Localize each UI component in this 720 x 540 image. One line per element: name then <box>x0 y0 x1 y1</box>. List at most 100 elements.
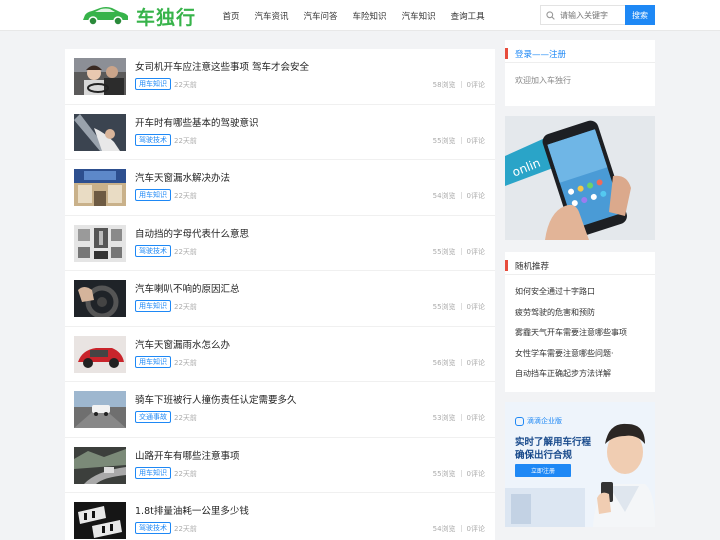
article-stats: 56浏览 0评论 <box>433 358 485 368</box>
thumb-sunroof-icon <box>74 169 126 206</box>
article-title[interactable]: 1.8t排量油耗一公里多少钱 <box>135 503 249 517</box>
ad-register-button[interactable]: 立即注册 <box>515 464 571 477</box>
didi-brand: 滴滴企业版 <box>515 416 562 426</box>
list-item[interactable]: 汽车喇叭不响的原因汇总 用车知识 22天前 55浏览 0评论 <box>65 271 495 327</box>
comment-count: 0评论 <box>466 136 485 145</box>
article-title[interactable]: 汽车喇叭不响的原因汇总 <box>135 281 240 295</box>
view-count: 55浏览 <box>432 303 456 311</box>
article-thumbnail[interactable] <box>74 446 126 484</box>
view-count: 54浏览 <box>432 525 456 533</box>
random-item[interactable]: 自动挡车正确起步方法详解 <box>515 368 627 389</box>
article-title[interactable]: 汽车天窗漏水解决办法 <box>135 170 230 184</box>
article-thumbnail[interactable] <box>74 502 126 539</box>
list-item[interactable]: 山路开车有哪些注意事项 用车知识 22天前 55浏览 0评论 <box>65 438 495 493</box>
random-item[interactable]: 疲劳驾驶的危害和预防 <box>515 307 627 328</box>
article-stats: 55浏览 0评论 <box>433 302 485 312</box>
view-count: 54浏览 <box>432 192 456 200</box>
article-time: 22天前 <box>174 303 197 311</box>
comment-count: 0评论 <box>466 358 485 367</box>
article-stats: 54浏览 0评论 <box>433 524 485 534</box>
article-tag[interactable]: 驾驶技术 <box>135 133 171 146</box>
view-count: 55浏览 <box>432 247 456 256</box>
search-box <box>540 5 626 25</box>
random-list: 如何安全通过十字路口 疲劳驾驶的危害和预防 雾霾天气开车需要注意哪些事项 女性学… <box>515 286 627 389</box>
nav-insurance[interactable]: 车险知识 <box>353 10 387 22</box>
list-item[interactable]: 自动挡的字母代表什么意思 驾驶技术 22天前 55浏览 0评论 <box>65 216 495 271</box>
phone-ad-banner[interactable]: onlin <box>505 116 655 240</box>
article-title[interactable]: 女司机开车应注意这些事项 驾车才会安全 <box>135 59 309 73</box>
comment-count: 0评论 <box>466 469 485 478</box>
comment-count: 0评论 <box>466 525 485 533</box>
didi-ad-banner[interactable]: 滴滴企业版 实时了解用车行程 确保出行合规 立即注册 <box>505 402 655 527</box>
article-tag[interactable]: 用车知识 <box>135 78 171 90</box>
article-title[interactable]: 自动挡的字母代表什么意思 <box>135 226 249 240</box>
article-title[interactable]: 开车时有哪些基本的驾驶意识 <box>135 115 259 129</box>
article-tag[interactable]: 用车知识 <box>135 300 171 312</box>
article-title[interactable]: 山路开车有哪些注意事项 <box>135 448 240 462</box>
search-icon <box>546 10 555 20</box>
random-recommend-card: 随机推荐 如何安全通过十字路口 疲劳驾驶的危害和预防 雾霾天气开车需要注意哪些事… <box>505 252 655 392</box>
list-item[interactable]: 1.8t排量油耗一公里多少钱 驾驶技术 22天前 54浏览 0评论 <box>65 493 495 540</box>
login-register: 登录——注册 <box>515 48 566 60</box>
register-link[interactable]: 注册 <box>549 50 566 60</box>
article-thumbnail[interactable] <box>74 391 126 428</box>
ad-headline-1: 实时了解用车行程 <box>515 437 592 448</box>
article-title[interactable]: 汽车天窗漏雨水怎么办 <box>135 337 230 351</box>
list-item[interactable]: 骑车下班被行人撞伤责任认定需要多久 交通事故 22天前 53浏览 0评论 <box>65 382 495 438</box>
thumb-driver-woman-icon <box>74 58 126 95</box>
nav-home[interactable]: 首页 <box>223 10 240 22</box>
article-stats: 55浏览 0评论 <box>433 247 485 257</box>
section-marker <box>505 260 508 271</box>
thumb-road-car-icon <box>74 391 126 428</box>
thumb-seatbelt-icon <box>74 113 126 151</box>
site-header: 车独行 首页 汽车资讯 汽车问答 车险知识 汽车知识 查询工具 搜索 <box>0 0 720 31</box>
article-time: 22天前 <box>174 525 197 533</box>
random-item[interactable]: 如何安全通过十字路口 <box>515 286 627 307</box>
article-time: 22天前 <box>174 414 197 422</box>
didi-logo-icon <box>515 416 524 426</box>
site-logo[interactable]: 车独行 <box>80 3 196 29</box>
car-logo-icon <box>83 7 128 26</box>
view-count: 58浏览 <box>432 81 456 89</box>
thumb-red-car-icon <box>74 335 126 373</box>
thumb-engine-badge-icon <box>74 502 126 539</box>
random-item[interactable]: 雾霾天气开车需要注意哪些事项 <box>515 327 627 348</box>
article-title[interactable]: 骑车下班被行人撞伤责任认定需要多久 <box>135 392 297 406</box>
article-thumbnail[interactable] <box>74 58 126 95</box>
article-stats: 55浏览 0评论 <box>433 136 485 146</box>
site-name: 车独行 <box>136 6 197 29</box>
article-tag[interactable]: 用车知识 <box>135 189 171 201</box>
nav-car-news[interactable]: 汽车资讯 <box>255 10 289 22</box>
article-thumbnail[interactable] <box>74 335 126 373</box>
section-marker <box>505 48 508 59</box>
random-item[interactable]: 女性学车需要注意哪些问题· <box>515 348 627 369</box>
list-item[interactable]: 汽车天窗漏雨水怎么办 用车知识 22天前 56浏览 0评论 <box>65 327 495 382</box>
article-tag[interactable]: 用车知识 <box>135 355 171 368</box>
article-thumbnail[interactable] <box>74 169 126 206</box>
welcome-text: 欢迎加入车独行 <box>515 76 571 85</box>
view-count: 55浏览 <box>432 469 456 478</box>
view-count: 56浏览 <box>432 358 456 367</box>
article-tag[interactable]: 驾驶技术 <box>135 522 171 534</box>
ad-headline-2: 确保出行合规 <box>515 450 573 461</box>
list-item[interactable]: 汽车天窗漏水解决办法 用车知识 22天前 54浏览 0评论 <box>65 160 495 216</box>
article-time: 22天前 <box>174 192 197 200</box>
thumb-gear-shift-icon <box>74 224 126 262</box>
article-time: 22天前 <box>174 469 197 478</box>
nav-car-knowledge[interactable]: 汽车知识 <box>402 10 436 22</box>
article-tag[interactable]: 交通事故 <box>135 411 171 423</box>
nav-car-qa[interactable]: 汽车问答 <box>304 10 338 22</box>
article-thumbnail[interactable] <box>74 113 126 151</box>
login-link[interactable]: 登录 <box>515 50 532 60</box>
article-time: 22天前 <box>174 358 197 367</box>
article-tag[interactable]: 用车知识 <box>135 466 171 479</box>
article-thumbnail[interactable] <box>74 280 126 317</box>
list-item[interactable]: 女司机开车应注意这些事项 驾车才会安全 用车知识 22天前 58浏览 0评论 <box>65 49 495 105</box>
nav-query-tools[interactable]: 查询工具 <box>451 10 485 22</box>
main-nav: 首页 汽车资讯 汽车问答 车险知识 汽车知识 查询工具 <box>215 0 492 31</box>
list-item[interactable]: 开车时有哪些基本的驾驶意识 驾驶技术 22天前 55浏览 0评论 <box>65 105 495 160</box>
search-input[interactable] <box>560 10 626 20</box>
search-button[interactable]: 搜索 <box>625 5 655 25</box>
article-tag[interactable]: 驾驶技术 <box>135 244 171 257</box>
article-thumbnail[interactable] <box>74 224 126 262</box>
